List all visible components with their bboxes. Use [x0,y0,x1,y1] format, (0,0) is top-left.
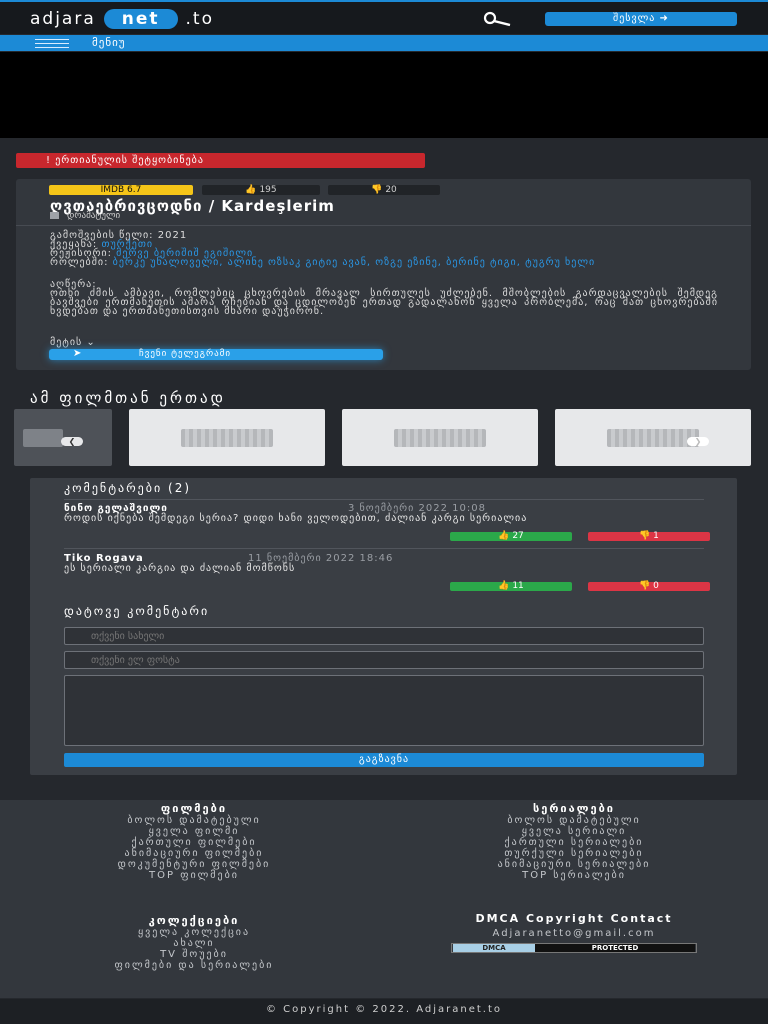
footer: ფილმები ბოლოს დამატებული ყველა ფილმი ქარ… [0,800,768,998]
divider [16,225,751,226]
dislike-count: 1 [653,531,659,541]
meta-label: როლებში: [50,257,109,268]
hamburger-menu-icon[interactable] [35,39,69,48]
thumbs-down-icon: 👎 [371,185,383,195]
footer-link[interactable]: ფილმები და სერიალები [34,960,354,971]
image-placeholder-icon [181,428,273,447]
comments-title: კომენტარები (2) [64,481,192,495]
dmca-left-text: DMCA [453,944,535,952]
description-text: ოთხი ძმის ამბავი, რომლებიც ცხოვრების მრა… [50,288,718,317]
like-count: 11 [512,581,524,591]
imdb-rating-badge: IMDB 6.7 [49,185,193,195]
footer-link[interactable]: ყველა კოლექცია [34,927,354,938]
telegram-button[interactable]: ➤ ჩვენი ტელეგრამი [49,348,383,360]
logo-left-text: adjara [30,9,96,29]
logo-pill-text: net [103,9,178,29]
footer-link[interactable]: ყველა ფილმი [34,826,354,837]
similar-thumbnail[interactable] [129,409,325,466]
like-counter[interactable]: 👍 195 [202,185,320,195]
dmca-protected-badge[interactable]: DMCA PROTECTED [451,943,697,953]
image-placeholder-icon [23,428,64,447]
comment-dislike-button[interactable]: 👎 0 [588,582,710,591]
logo-right-text: .to [185,9,215,29]
footer-link[interactable]: ახალი [34,938,354,949]
footer-heading: სერიალები [532,802,615,815]
menu-label[interactable]: მენიუ [92,36,126,49]
divider [64,499,704,500]
copyright-bar: © Copyright © 2022. Adjaranet.to [0,999,768,1024]
like-count: 195 [259,185,277,195]
footer-contact-column: DMCA Copyright Contact Adjaranetto@gmail… [414,912,734,953]
footer-link[interactable]: ანიმაციური სერიალები [414,859,734,870]
thumbs-up-icon: 👍 [498,581,510,591]
login-button[interactable]: შესვლა ➜ [545,12,737,26]
thumbs-down-icon: 👎 [639,581,651,591]
meta-cast: როლებში: ბერკე უნალოველი, ალინე ოზსაკ გი… [50,257,670,268]
genre-label[interactable]: დრამატული [67,211,120,221]
genre-line: დრამატული [50,211,120,221]
similar-section-title: ამ ფილმთან ერთად [30,389,226,407]
comment-text: როდის იქნება შემდეგი სერია? დიდი ხანი ვე… [64,513,528,524]
comment-textarea[interactable] [64,675,704,746]
comment-like-button[interactable]: 👍 27 [450,532,572,541]
footer-link[interactable]: ანიმაციური ფილმები [34,848,354,859]
video-player[interactable] [0,52,768,138]
dmca-right-text: PROTECTED [535,944,695,952]
contact-email[interactable]: Adjaranetto@gmail.com [414,928,734,939]
cast-links[interactable]: ბერკე უნალოველი, ალინე ოზსაკ გიტიე ავან,… [113,257,596,268]
footer-heading: ფილმები [160,802,228,815]
film-icon [50,212,59,219]
thumbs-down-icon: 👎 [639,531,651,541]
dislike-count: 20 [385,185,397,195]
comment-text: ეს სერიალი კარგია და ძალიან მომწონს [64,563,296,574]
footer-link[interactable]: TOP სერიალები [414,870,734,881]
telegram-plane-icon: ➤ [73,348,82,359]
dislike-count: 0 [653,581,659,591]
similar-thumbnail[interactable] [555,409,751,466]
telegram-label: ჩვენი ტელეგრამი [139,349,232,359]
search-icon[interactable] [476,10,512,30]
comment-like-button[interactable]: 👍 11 [450,582,572,591]
submit-comment-button[interactable]: გაგზავნა [64,753,704,767]
carousel-next-icon[interactable]: ❯ [687,437,709,446]
footer-link[interactable]: ბოლოს დამატებული [34,815,354,826]
divider [64,548,704,549]
footer-heading: DMCA Copyright Contact [475,912,673,925]
name-field[interactable] [64,627,704,645]
image-placeholder-icon [394,428,486,447]
footer-link[interactable]: ქართული ფილმები [34,837,354,848]
footer-films-column: ფილმები ბოლოს დამატებული ყველა ფილმი ქარ… [34,802,354,881]
footer-heading: კოლექციები [148,914,240,927]
nav-bar: მენიუ [0,35,768,51]
footer-collections-column: კოლექციები ყველა კოლექცია ახალი TV შოუებ… [34,914,354,971]
email-field[interactable] [64,651,704,669]
show-more-toggle[interactable]: მეტის ⌄ [50,337,96,348]
meta-value: 2021 [157,230,188,241]
thumbs-up-icon: 👍 [245,185,257,195]
thumbs-up-icon: 👍 [498,531,510,541]
footer-link[interactable]: თურქული სერიალები [414,848,734,859]
footer-link[interactable]: ყველა სერიალი [414,826,734,837]
movie-info-card: IMDB 6.7 👍 195 👎 20 ღვთაებრივცოდნი / Kar… [16,179,751,370]
footer-link[interactable]: TV შოუები [34,949,354,960]
dislike-counter[interactable]: 👎 20 [328,185,440,195]
footer-series-column: სერიალები ბოლოს დამატებული ყველა სერიალი… [414,802,734,881]
site-logo[interactable]: adjara net .to [30,8,214,30]
add-comment-title: დატოვე კომენტარი [64,604,210,618]
like-count: 27 [512,531,524,541]
comment-dislike-button[interactable]: 👎 1 [588,532,710,541]
footer-link[interactable]: ქართული სერიალები [414,837,734,848]
top-bar: adjara net .to შესვლა ➜ [0,0,768,34]
footer-link[interactable]: ბოლოს დამატებული [414,815,734,826]
carousel-prev-icon[interactable]: ❮ [61,437,83,446]
footer-link[interactable]: TOP ფილმები [34,870,354,881]
image-placeholder-icon [607,428,699,447]
similar-thumbnail[interactable] [342,409,538,466]
alert-button[interactable]: ! ერთიანულის შეტყობინება [16,153,425,168]
footer-link[interactable]: დოკუმენტური ფილმები [34,859,354,870]
comments-card: კომენტარები (2) ნინო გელაშვილი 3 ნოემბერ… [30,478,737,775]
